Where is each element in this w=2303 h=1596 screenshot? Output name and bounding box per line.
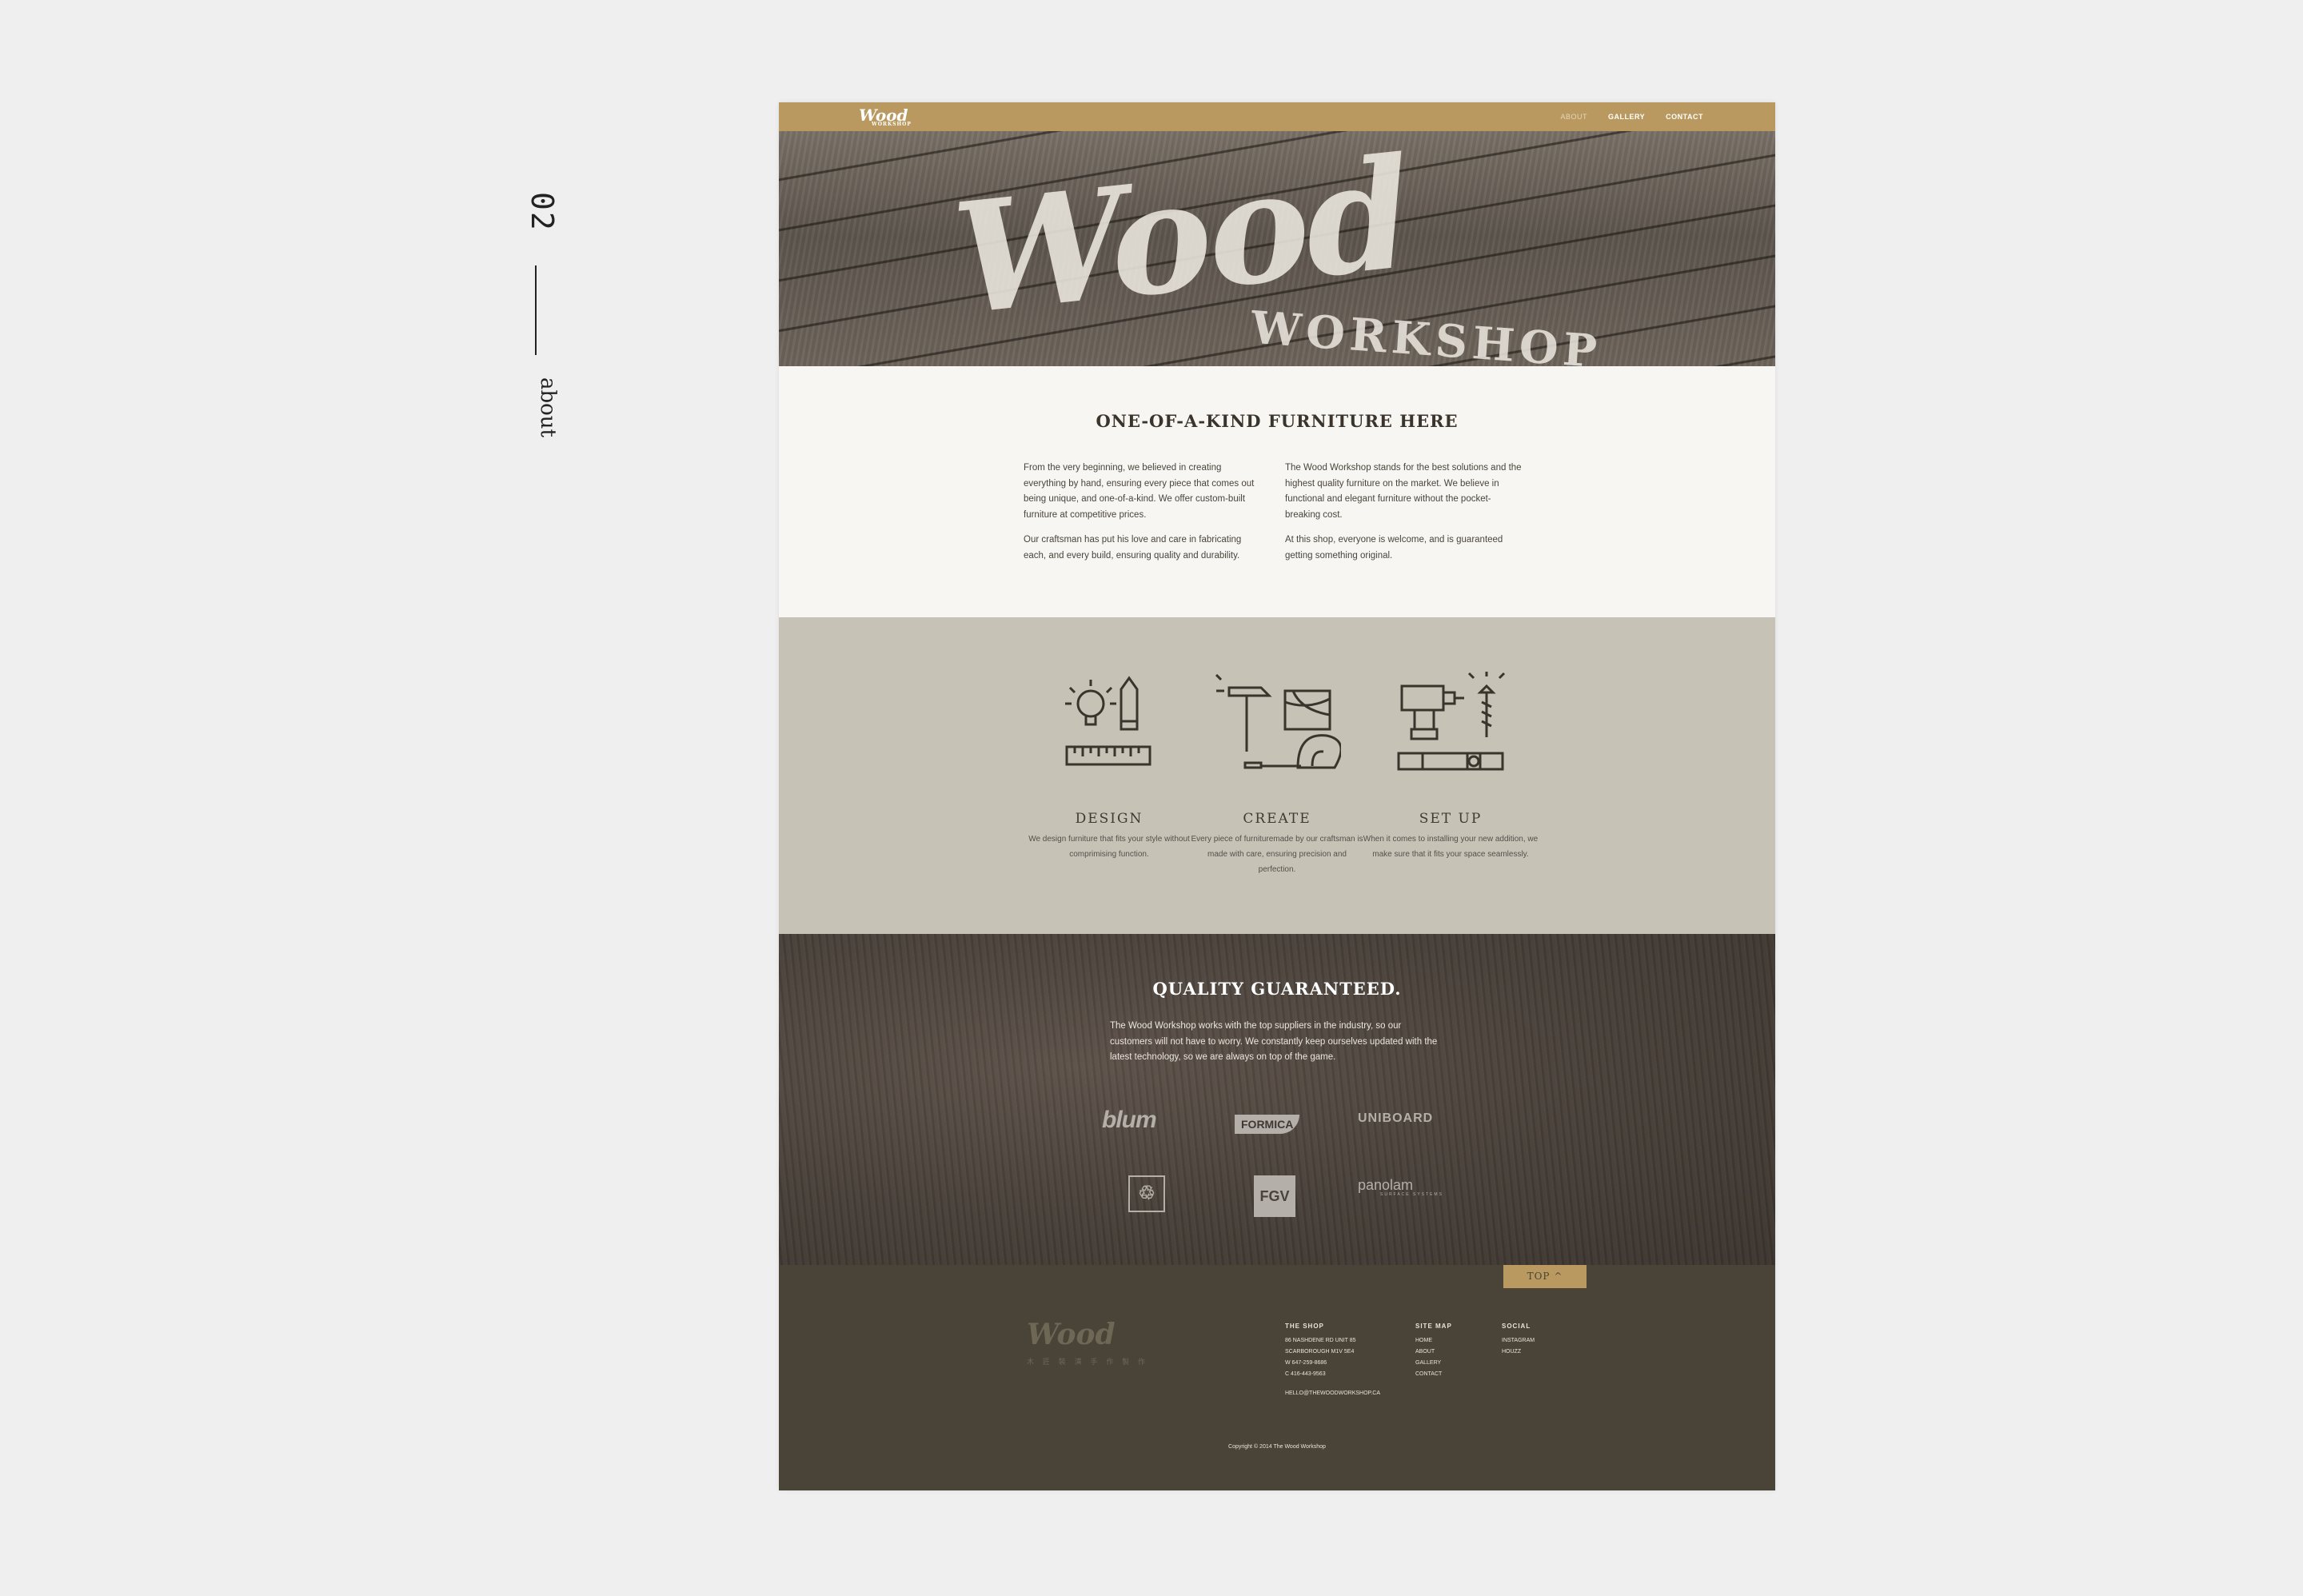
brand-logo-blum: blum bbox=[1102, 1107, 1157, 1133]
sitemap-link-about[interactable]: ABOUT bbox=[1415, 1347, 1452, 1358]
intro-paragraph: From the very beginning, we believed in … bbox=[1024, 463, 1255, 520]
service-text: We design furniture that fits your style… bbox=[1028, 835, 1190, 859]
services-section: DESIGN We design furniture that fits you… bbox=[779, 617, 1775, 934]
section-label: about bbox=[536, 377, 560, 437]
intro-paragraph: Our craftsman has put his love and care … bbox=[1024, 535, 1242, 561]
footer-social-column: SOCIAL INSTAGRAM HOUZZ bbox=[1502, 1321, 1535, 1358]
sitemap-link-home[interactable]: HOME bbox=[1415, 1335, 1452, 1347]
hero-logo-sub: WORKSHOP bbox=[1249, 301, 1603, 366]
nav-about[interactable]: ABOUT bbox=[1560, 113, 1587, 121]
section-divider bbox=[535, 265, 537, 355]
service-title: CREATE bbox=[1243, 811, 1311, 827]
service-title: DESIGN bbox=[1075, 811, 1144, 827]
hero-banner: Wood WORKSHOP bbox=[779, 131, 1775, 366]
section-number: 02 bbox=[525, 192, 560, 232]
footer-logo: Wood 木 匠 裝 潢 手 作 製 作 bbox=[1027, 1318, 1148, 1367]
service-text: When it comes to installing your new add… bbox=[1363, 835, 1539, 859]
quality-title: QUALITY GUARANTEED. bbox=[1152, 979, 1402, 999]
footer-logo-text: Wood bbox=[1027, 1318, 1116, 1351]
intro-paragraph: At this shop, everyone is welcome, and i… bbox=[1285, 535, 1503, 561]
sitemap-link-contact[interactable]: CONTACT bbox=[1415, 1369, 1452, 1380]
main-nav: ABOUT GALLERY CONTACT bbox=[1560, 113, 1703, 121]
back-to-top-button[interactable]: TOP ^ bbox=[1503, 1265, 1587, 1288]
nav-gallery[interactable]: GALLERY bbox=[1608, 113, 1645, 121]
quality-text: The Wood Workshop works with the top sup… bbox=[1110, 1021, 1438, 1062]
brand-logo-mark: ♲ bbox=[1128, 1175, 1165, 1212]
service-setup: SET UP When it comes to installing your … bbox=[1363, 670, 1539, 862]
intro-right-column: The Wood Workshop stands for the best so… bbox=[1285, 461, 1525, 573]
brand-logo-formica: FORMICA bbox=[1235, 1115, 1300, 1134]
panolam-name: panolam bbox=[1358, 1177, 1414, 1193]
site-footer: TOP ^ Wood 木 匠 裝 潢 手 作 製 作 THE SHOP 86 N… bbox=[779, 1265, 1775, 1490]
brand-logo-uniboard: UNIBOARD bbox=[1358, 1111, 1434, 1125]
footer-shop-heading: THE SHOP bbox=[1285, 1323, 1324, 1330]
service-design: DESIGN We design furniture that fits you… bbox=[1021, 670, 1197, 862]
nav-contact[interactable]: CONTACT bbox=[1666, 113, 1703, 121]
header-logo-sub: WORKSHOP bbox=[872, 122, 912, 127]
service-create: CREATE Every piece of furnituremade by o… bbox=[1189, 670, 1365, 877]
top-navbar: Wood WORKSHOP ABOUT GALLERY CONTACT bbox=[779, 102, 1775, 131]
service-text: Every piece of furnituremade by our craf… bbox=[1191, 835, 1363, 874]
social-link-houzz[interactable]: HOUZZ bbox=[1502, 1347, 1535, 1358]
design-tools-icon bbox=[1065, 676, 1152, 766]
panolam-sub: SURFACE SYSTEMS bbox=[1380, 1192, 1443, 1197]
shop-email-link[interactable]: HELLO@THEWOODWORKSHOP.CA bbox=[1285, 1388, 1380, 1399]
copyright-text: Copyright © 2014 The Wood Workshop bbox=[1228, 1444, 1326, 1450]
intro-section: ONE-OF-A-KIND FURNITURE HERE From the ve… bbox=[779, 366, 1775, 617]
footer-sitemap-column: SITE MAP HOME ABOUT GALLERY CONTACT bbox=[1415, 1321, 1452, 1380]
intro-left-column: From the very beginning, we believed in … bbox=[1024, 461, 1263, 573]
footer-logo-sub: 木 匠 裝 潢 手 作 製 作 bbox=[1027, 1359, 1149, 1367]
section-indicator: 02 about bbox=[512, 192, 560, 456]
shop-phone-line: C 416-443-9563 bbox=[1285, 1371, 1326, 1377]
service-title: SET UP bbox=[1419, 811, 1483, 827]
drill-tools-icon bbox=[1397, 672, 1506, 771]
social-link-instagram[interactable]: INSTAGRAM bbox=[1502, 1335, 1535, 1347]
website-mockup: Wood WORKSHOP ABOUT GALLERY CONTACT Wood… bbox=[779, 102, 1775, 1490]
hammer-tools-icon bbox=[1215, 673, 1341, 769]
intro-paragraph: The Wood Workshop stands for the best so… bbox=[1285, 463, 1522, 520]
brand-logo-panolam: panolam SURFACE SYSTEMS bbox=[1358, 1177, 1443, 1197]
shop-address-line: 86 NASHDENE RD UNIT 85 bbox=[1285, 1338, 1356, 1343]
intro-title: ONE-OF-A-KIND FURNITURE HERE bbox=[1096, 411, 1459, 431]
footer-social-heading: SOCIAL bbox=[1502, 1323, 1531, 1330]
shop-address-line: SCARBOROUGH M1V 5E4 bbox=[1285, 1349, 1355, 1355]
footer-sitemap-heading: SITE MAP bbox=[1415, 1323, 1452, 1330]
header-logo[interactable]: Wood WORKSHOP bbox=[859, 106, 912, 127]
sitemap-link-gallery[interactable]: GALLERY bbox=[1415, 1358, 1452, 1369]
brand-logo-fgv: FGV bbox=[1254, 1175, 1295, 1217]
quality-section: QUALITY GUARANTEED. The Wood Workshop wo… bbox=[779, 934, 1775, 1265]
shop-phone-line: W 647-259-8686 bbox=[1285, 1360, 1327, 1366]
footer-shop-column: THE SHOP 86 NASHDENE RD UNIT 85 SCARBORO… bbox=[1285, 1321, 1380, 1399]
